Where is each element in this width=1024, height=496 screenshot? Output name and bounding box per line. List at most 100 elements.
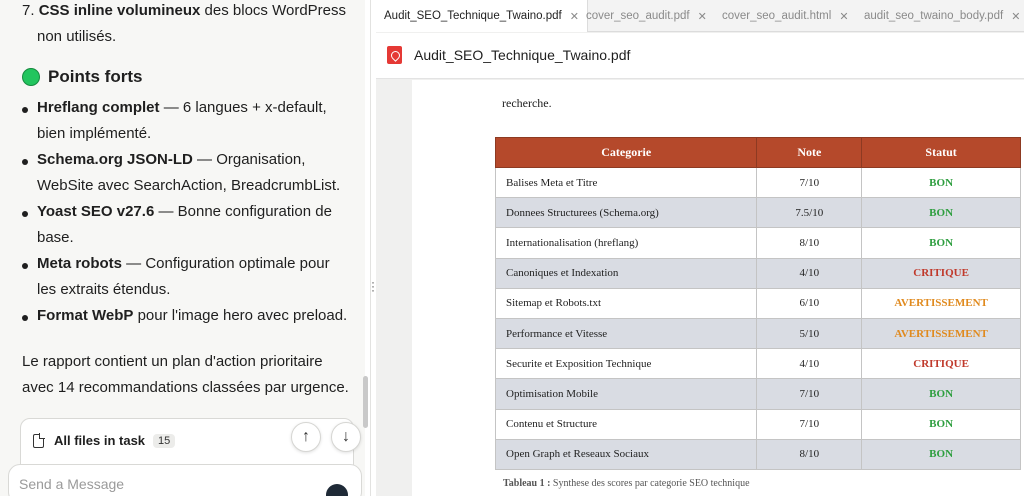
file-title: Audit_SEO_Technique_Twaino.pdf [414,47,631,63]
list-item-text-line2: bien implémenté. [37,125,152,142]
list-item-text: — 6 langues + x-default, [159,99,327,116]
list-item: Schema.org JSON-LD — Organisation, [37,147,305,173]
bullet-dot [22,159,28,165]
list-item-text: — Configuration optimale pour [122,255,330,272]
cell-categorie: Balises Meta et Titre [494,166,758,199]
cell-categorie: Performance et Vitesse [494,317,758,350]
table-caption: Tableau 1 : Synthese des scores par cate… [503,478,750,489]
cell-categorie: Sitemap et Robots.txt [494,287,758,319]
list-item-bold: Schema.org JSON-LD [37,151,193,168]
cell-categorie: Contenu et Structure [494,408,758,440]
message-input[interactable] [19,476,299,492]
close-icon[interactable]: ✕ [839,10,848,23]
table-row: Contenu et Structure 7/10 BON [494,408,1021,440]
scroll-down-button[interactable]: ↓ [331,422,361,452]
cell-statut: BON [861,438,1021,470]
chat-scrollbar-thumb[interactable] [363,376,368,428]
caption-label: Tableau 1 : [503,478,551,489]
cell-note: 4/10 [756,348,863,380]
tab-label: Audit_SEO_Technique_Twaino.pdf [384,10,562,22]
file-icon [33,432,45,448]
list-item-text: — Organisation, [192,151,306,168]
tab-1[interactable]: Audit_SEO_Technique_Twaino.pdf ✕ [376,0,588,32]
cell-note: 5/10 [756,317,863,350]
header-categorie: Categorie [494,137,758,168]
arrow-up-icon: ↑ [302,428,310,445]
list-item-bold: Hreflang complet [37,99,160,116]
cell-statut: BON [861,166,1021,199]
strengths-heading: Points forts [22,64,142,90]
list-item-bold: Meta robots [37,255,123,272]
header-note: Note [756,137,863,168]
table-row: Balises Meta et Titre 7/10 BON [494,166,1021,199]
files-label: All files in task [54,433,146,448]
files-count-badge: 15 [153,433,176,448]
resize-handle-icon[interactable]: · · · [371,276,375,296]
table-row: Internationalisation (hreflang) 8/10 BON [494,227,1021,259]
seo-score-table: Categorie Note Statut Balises Meta et Ti… [494,137,1021,470]
table-row: Performance et Vitesse 5/10 AVERTISSEMENT [494,317,1021,350]
bullet-dot [22,107,28,113]
tab-bar: Audit_SEO_Technique_Twaino.pdf ✕ cover_seo… [376,0,1024,32]
close-icon[interactable]: ✕ [698,10,707,23]
table-row: Securite et Exposition Technique 4/10 CRIT… [494,348,1021,380]
list-item-text-line2: non utilisés. [37,28,117,45]
bullet-dot [22,263,28,269]
tab-2[interactable]: cover_seo_audit.pdf ✕ [578,0,715,32]
list-item: Hreflang complet — 6 langues + x-default… [37,95,327,121]
arrow-down-icon: ↓ [342,428,350,445]
list-item-text: — Bonne configuration de [154,203,332,220]
cell-categorie: Securite et Exposition Technique [494,348,758,380]
bullet-dot [22,315,28,321]
cell-note: 7/10 [756,378,863,410]
cell-categorie: Donnees Structurees (Schema.org) [494,197,758,229]
cell-categorie: Canoniques et Indexation [494,257,758,289]
strengths-heading-text: Points forts [48,67,143,86]
all-files-button[interactable]: All files in task 15 [33,432,176,448]
tab-4[interactable]: audit_seo_twaino_body.pdf ✕ [856,0,1024,32]
cell-statut: BON [861,408,1021,440]
list-item-css: 7. CSS inline volumineux des blocs WordP… [22,0,346,24]
table-header-row: Categorie Note Statut [494,137,1021,168]
summary-line-2: avec 14 recommandations classées par urg… [22,379,349,396]
list-item-text-line2: base. [37,229,74,246]
file-header: Audit_SEO_Technique_Twaino.pdf [376,33,1024,79]
cell-note: 8/10 [756,227,863,259]
list-item-bold: CSS inline volumineux [38,2,201,19]
list-item-bold: Format WebP [37,307,134,324]
list-item: Yoast SEO v27.6 — Bonne configuration de [37,199,332,225]
list-item: Format WebP pour l'image hero avec prelo… [37,303,347,329]
chat-panel: 7. CSS inline volumineux des blocs WordP… [0,0,365,496]
cell-categorie: Internationalisation (hreflang) [494,227,758,259]
panel-divider [370,0,371,496]
list-item-text-line2: WebSite avec SearchAction, BreadcrumbLis… [37,177,341,194]
cell-note: 7.5/10 [756,197,863,229]
cell-statut: AVERTISSEMENT [861,317,1021,350]
list-item-text: pour l'image hero avec preload. [133,307,348,324]
bullet-dot [22,211,28,217]
table-row: Canoniques et Indexation 4/10 CRITIQUE [494,257,1021,289]
tab-3[interactable]: cover_seo_audit.html ✕ [714,0,857,32]
pdf-page: recherche. Categorie Note Statut Balises… [412,80,1024,496]
cell-statut: BON [861,227,1021,259]
caption-text: Synthese des scores par categorie SEO te… [550,478,750,489]
close-icon[interactable]: ✕ [1011,10,1020,23]
summary-line-1: Le rapport contient un plan d'action pri… [22,353,323,370]
cell-statut: CRITIQUE [861,348,1021,380]
message-box[interactable] [8,464,362,496]
tab-label: audit_seo_twaino_body.pdf [864,10,1004,22]
table-row: Sitemap et Robots.txt 6/10 AVERTISSEMENT [494,287,1021,319]
cell-note: 4/10 [756,257,863,289]
cell-statut: AVERTISSEMENT [861,287,1021,319]
header-statut: Statut [861,137,1021,168]
list-item: Meta robots — Configuration optimale pou… [37,251,330,277]
list-item-bold: Yoast SEO v27.6 [37,203,155,220]
tab-label: cover_seo_audit.pdf [586,10,690,22]
list-item-text-line2: les extraits étendus. [37,281,171,298]
cell-statut: BON [861,197,1021,229]
green-circle-icon [22,68,40,86]
page-text: recherche. [502,96,552,110]
cell-statut: CRITIQUE [861,257,1021,289]
scroll-up-button[interactable]: ↑ [291,422,321,452]
tab-label: cover_seo_audit.html [722,10,832,22]
